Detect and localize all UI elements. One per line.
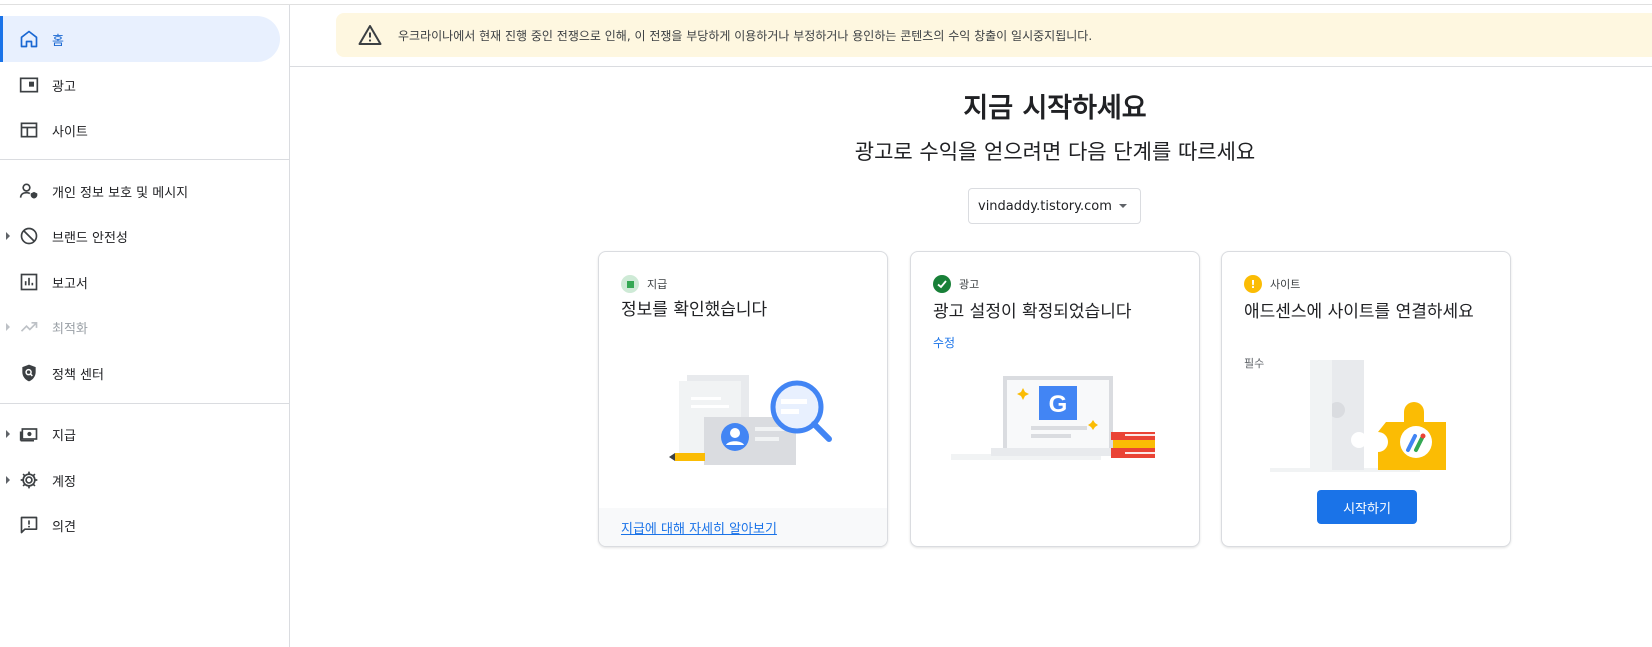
sidebar-item-label: 개인 정보 보호 및 메시지	[52, 185, 189, 201]
in-progress-icon	[621, 275, 639, 293]
card-title: 애드센스에 사이트를 연결하세요	[1244, 302, 1474, 322]
main-divider	[290, 66, 1652, 67]
privacy-messaging-icon	[18, 180, 40, 202]
expand-caret-icon[interactable]	[6, 476, 10, 484]
sidebar-item-optimization[interactable]: 최적화	[0, 304, 280, 350]
start-button[interactable]: 시작하기	[1317, 490, 1417, 524]
war-notice-banner: 우크라이나에서 현재 진행 중인 전쟁으로 인해, 이 전쟁을 부당하게 이용하…	[336, 13, 1652, 57]
sidebar-divider	[0, 159, 289, 160]
sidebar-item-policy-center[interactable]: 정책 센터	[0, 350, 280, 396]
ads-icon	[18, 74, 40, 96]
sidebar-item-label: 사이트	[52, 124, 88, 140]
sidebar-item-label: 홈	[52, 33, 64, 49]
page-subtitle: 광고로 수익을 얻으려면 다음 단계를 따르세요	[854, 140, 1256, 164]
sidebar-item-label: 최적화	[52, 321, 88, 337]
sidebar-item-label: 광고	[52, 79, 76, 95]
warning-icon	[358, 24, 382, 46]
sidebar-item-account[interactable]: 계정	[0, 457, 280, 503]
sidebar-divider	[0, 403, 289, 404]
feedback-icon	[18, 514, 40, 536]
sidebar-item-ads[interactable]: 광고	[0, 62, 280, 108]
card-status: 광고	[933, 275, 979, 293]
exclamation-icon: !	[1244, 275, 1262, 293]
ads-card: 광고 광고 설정이 확정되었습니다 수정 G	[910, 251, 1200, 547]
reports-icon	[18, 271, 40, 293]
sites-icon	[18, 119, 40, 141]
payments-card: 지급 정보를 확인했습니다 지급에 대해 자세히 알아보기	[598, 251, 888, 547]
site-select-dropdown[interactable]: vindaddy.tistory.com	[968, 188, 1141, 224]
sidebar: 홈 광고 사이트 개인 정보 보호 및 메시지 브랜드 안전성 보고서 최적화 …	[0, 5, 290, 647]
sidebar-item-label: 계정	[52, 474, 76, 490]
sidebar-item-feedback[interactable]: 의견	[0, 502, 280, 548]
trending-icon	[18, 316, 40, 338]
learn-about-payments-link[interactable]: 지급에 대해 자세히 알아보기	[621, 518, 777, 537]
card-status-label: 광고	[959, 278, 980, 291]
gear-icon	[18, 469, 40, 491]
dropdown-arrow-icon	[1119, 204, 1127, 208]
card-status-label: 지급	[647, 278, 668, 291]
sites-card: ! 사이트 애드센스에 사이트를 연결하세요 필수 시작하기	[1221, 251, 1511, 547]
sidebar-item-reports[interactable]: 보고서	[0, 259, 280, 305]
laptop-google-illustration: G	[951, 376, 1155, 460]
sidebar-item-brand-safety[interactable]: 브랜드 안전성	[0, 213, 280, 259]
card-title: 정보를 확인했습니다	[621, 300, 768, 320]
block-icon	[18, 225, 40, 247]
edit-link[interactable]: 수정	[933, 334, 955, 351]
sidebar-item-home[interactable]: 홈	[0, 16, 280, 62]
sidebar-item-label: 브랜드 안전성	[52, 230, 128, 246]
card-footer: 지급에 대해 자세히 알아보기	[599, 508, 887, 546]
notice-text: 우크라이나에서 현재 진행 중인 전쟁으로 인해, 이 전쟁을 부당하게 이용하…	[398, 28, 1093, 43]
puzzle-site-illustration	[1270, 360, 1446, 472]
card-status: ! 사이트	[1244, 275, 1300, 293]
site-select-value: vindaddy.tistory.com	[978, 198, 1112, 214]
card-title: 광고 설정이 확정되었습니다	[933, 302, 1132, 322]
sidebar-item-label: 보고서	[52, 276, 88, 292]
expand-caret-icon[interactable]	[6, 232, 10, 240]
sidebar-item-privacy-messaging[interactable]: 개인 정보 보호 및 메시지	[0, 168, 280, 214]
sidebar-item-label: 의견	[52, 519, 76, 535]
policy-shield-icon	[18, 362, 40, 384]
svg-text:G: G	[1049, 391, 1068, 418]
expand-caret-icon[interactable]	[6, 430, 10, 438]
home-icon	[18, 28, 40, 50]
expand-caret-icon[interactable]	[6, 323, 10, 331]
sidebar-item-sites[interactable]: 사이트	[0, 107, 280, 153]
sidebar-item-label: 지급	[52, 428, 76, 444]
required-label: 필수	[1244, 357, 1265, 370]
card-status-label: 사이트	[1270, 278, 1301, 291]
sidebar-item-label: 정책 센터	[52, 367, 104, 383]
sidebar-item-payments[interactable]: 지급	[0, 411, 280, 457]
page-title: 지금 시작하세요	[963, 93, 1147, 124]
id-verification-illustration	[669, 375, 832, 465]
card-status: 지급	[621, 275, 667, 293]
check-icon	[933, 275, 951, 293]
payments-icon	[18, 423, 40, 445]
